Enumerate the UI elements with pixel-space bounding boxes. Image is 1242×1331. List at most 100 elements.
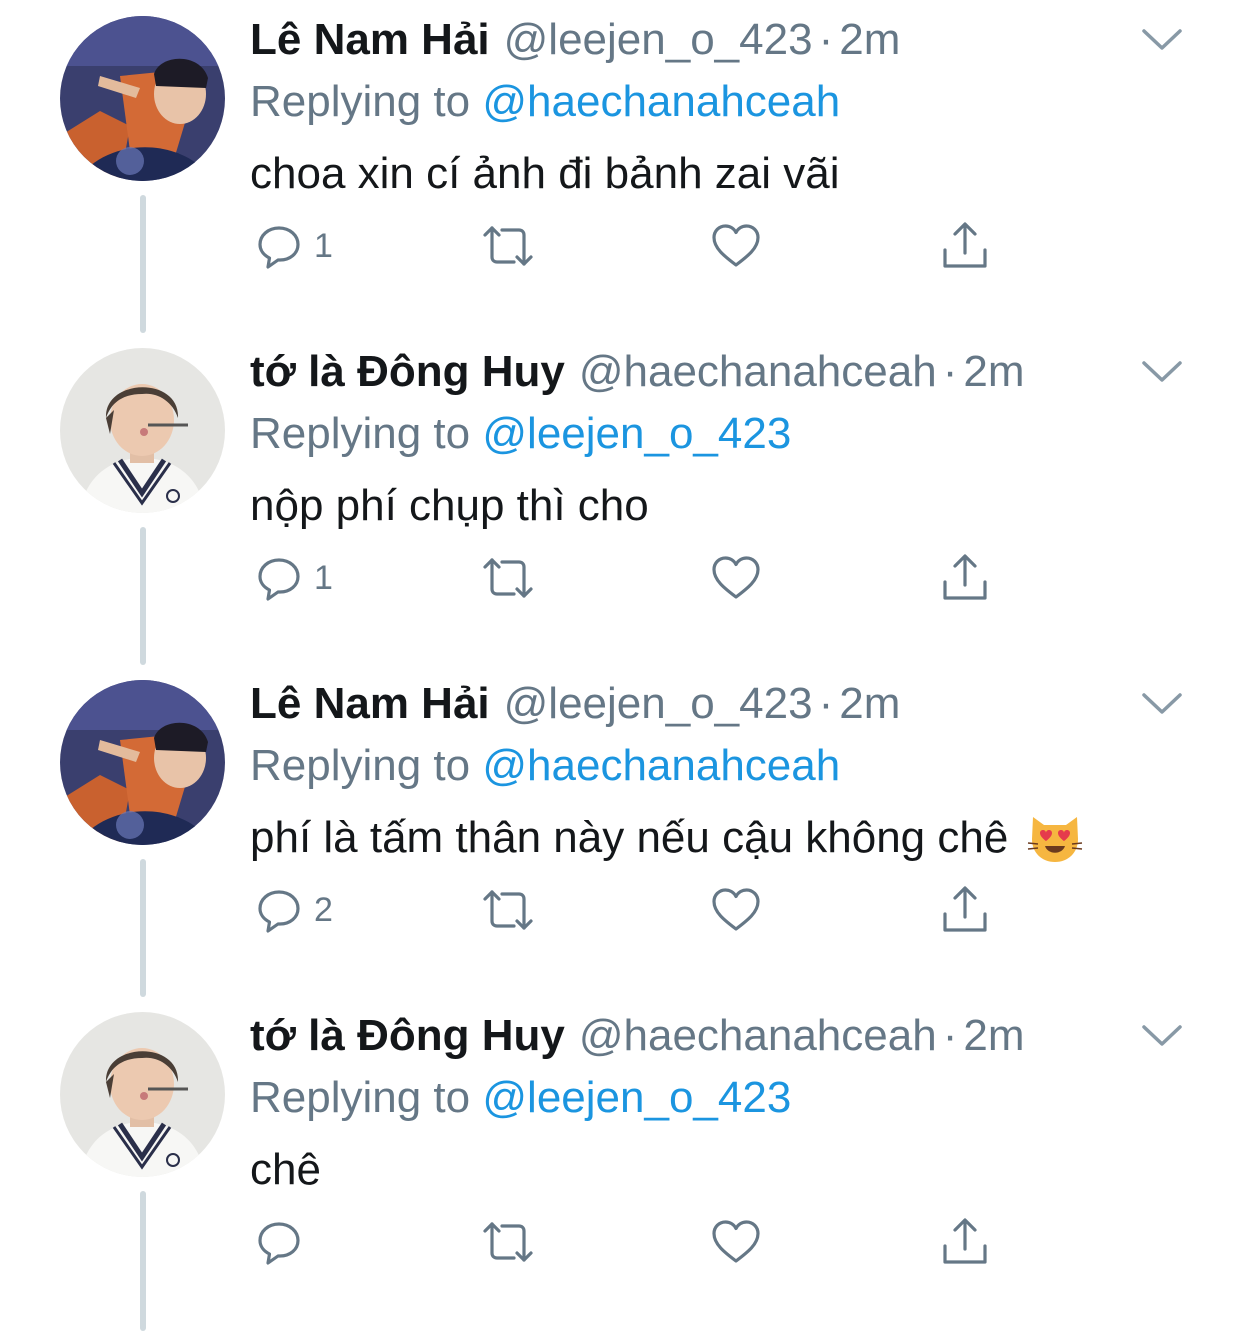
tweet-actions xyxy=(250,1214,1010,1270)
like-button[interactable] xyxy=(710,1214,762,1270)
tweet-text: phí là tấm thân này nếu cậu không chê xyxy=(250,806,1182,870)
share-icon xyxy=(940,552,990,604)
retweet-button[interactable] xyxy=(478,550,538,606)
chevron-down-icon[interactable] xyxy=(1140,1020,1184,1050)
user-handle[interactable]: @leejen_o_423 xyxy=(504,676,813,732)
reply-count: 1 xyxy=(314,558,333,597)
tweet-text: chê xyxy=(250,1138,1182,1202)
retweet-button[interactable] xyxy=(478,218,538,274)
user-handle[interactable]: @haechanahceah xyxy=(579,1008,937,1064)
reply-icon xyxy=(254,885,304,935)
avatar[interactable] xyxy=(60,16,225,181)
tweet-actions: 1 xyxy=(250,550,1010,606)
replying-to-label: Replying to xyxy=(250,741,471,790)
retweet-icon xyxy=(478,885,538,935)
tweet-content: tớ là Đông Huy @haechanahceah · 2m Reply… xyxy=(250,1008,1182,1202)
chevron-down-icon[interactable] xyxy=(1140,24,1184,54)
replying-to-mention[interactable]: @leejen_o_423 xyxy=(482,409,791,458)
thread-connector-line xyxy=(140,1191,146,1331)
reply-count: 1 xyxy=(314,226,333,265)
tweet-actions: 1 xyxy=(250,218,1010,274)
retweet-button[interactable] xyxy=(478,1214,538,1270)
user-handle[interactable]: @haechanahceah xyxy=(579,344,937,400)
heart-eyes-cat-emoji xyxy=(1026,809,1084,867)
tweet-text: choa xin cí ảnh đi bảnh zai vãi xyxy=(250,142,1182,206)
share-button[interactable] xyxy=(940,218,990,274)
reply-icon xyxy=(254,553,304,603)
tweet-timestamp[interactable]: 2m xyxy=(839,676,900,732)
avatar[interactable] xyxy=(60,348,225,513)
tweet-text-content: nộp phí chụp thì cho xyxy=(250,481,649,530)
retweet-icon xyxy=(478,1217,538,1267)
display-name[interactable]: Lê Nam Hải xyxy=(250,12,490,68)
like-icon xyxy=(710,885,762,935)
like-icon xyxy=(710,221,762,271)
retweet-icon xyxy=(478,221,538,271)
tweet-timestamp[interactable]: 2m xyxy=(963,1008,1024,1064)
replying-to-mention[interactable]: @leejen_o_423 xyxy=(482,1073,791,1122)
display-name[interactable]: tớ là Đông Huy xyxy=(250,344,565,400)
tweet-text: nộp phí chụp thì cho xyxy=(250,474,1182,538)
replying-to-label: Replying to xyxy=(250,409,471,458)
tweet-header: tớ là Đông Huy @haechanahceah · 2m xyxy=(250,1008,1182,1064)
tweet-header: Lê Nam Hải @leejen_o_423 · 2m xyxy=(250,676,1182,732)
like-button[interactable] xyxy=(710,218,762,274)
share-button[interactable] xyxy=(940,1214,990,1270)
like-button[interactable] xyxy=(710,882,762,938)
reply-button[interactable] xyxy=(254,1214,314,1270)
share-button[interactable] xyxy=(940,882,990,938)
tweet-text-content: phí là tấm thân này nếu cậu không chê xyxy=(250,813,1009,862)
reply-button[interactable]: 1 xyxy=(254,218,333,274)
retweet-button[interactable] xyxy=(478,882,538,938)
tweet-text-content: chê xyxy=(250,1145,321,1194)
replying-to: Replying to @haechanahceah xyxy=(250,736,1182,796)
tweet[interactable]: Lê Nam Hải @leejen_o_423 · 2m Replying t… xyxy=(0,664,1242,996)
display-name[interactable]: Lê Nam Hải xyxy=(250,676,490,732)
avatar[interactable] xyxy=(60,1012,225,1177)
tweet-content: Lê Nam Hải @leejen_o_423 · 2m Replying t… xyxy=(250,12,1182,206)
replying-to: Replying to @haechanahceah xyxy=(250,72,1182,132)
tweet-header: Lê Nam Hải @leejen_o_423 · 2m xyxy=(250,12,1182,68)
display-name[interactable]: tớ là Đông Huy xyxy=(250,1008,565,1064)
replying-to-label: Replying to xyxy=(250,1073,471,1122)
chevron-down-icon[interactable] xyxy=(1140,688,1184,718)
like-icon xyxy=(710,553,762,603)
tweet-content: Lê Nam Hải @leejen_o_423 · 2m Replying t… xyxy=(250,676,1182,870)
reply-button[interactable]: 2 xyxy=(254,882,333,938)
chevron-down-icon[interactable] xyxy=(1140,356,1184,386)
avatar[interactable] xyxy=(60,680,225,845)
like-button[interactable] xyxy=(710,550,762,606)
replying-to-mention[interactable]: @haechanahceah xyxy=(482,741,840,790)
tweet-timestamp[interactable]: 2m xyxy=(839,12,900,68)
tweet[interactable]: Lê Nam Hải @leejen_o_423 · 2m Replying t… xyxy=(0,0,1242,332)
tweet[interactable]: tớ là Đông Huy @haechanahceah · 2m Reply… xyxy=(0,996,1242,1328)
separator-dot: · xyxy=(818,679,834,728)
separator-dot: · xyxy=(818,15,834,64)
separator-dot: · xyxy=(942,1011,958,1060)
tweet-timestamp[interactable]: 2m xyxy=(963,344,1024,400)
like-icon xyxy=(710,1217,762,1267)
reply-icon xyxy=(254,221,304,271)
separator-dot: · xyxy=(942,347,958,396)
share-icon xyxy=(940,220,990,272)
tweet-content: tớ là Đông Huy @haechanahceah · 2m Reply… xyxy=(250,344,1182,538)
replying-to-mention[interactable]: @haechanahceah xyxy=(482,77,840,126)
tweet-actions: 2 xyxy=(250,882,1010,938)
thread-connector-line xyxy=(140,527,146,665)
tweet-header: tớ là Đông Huy @haechanahceah · 2m xyxy=(250,344,1182,400)
thread-connector-line xyxy=(140,859,146,997)
user-handle[interactable]: @leejen_o_423 xyxy=(504,12,813,68)
tweet[interactable]: tớ là Đông Huy @haechanahceah · 2m Reply… xyxy=(0,332,1242,664)
reply-icon xyxy=(254,1217,304,1267)
reply-button[interactable]: 1 xyxy=(254,550,333,606)
share-icon xyxy=(940,1216,990,1268)
tweet-text-content: choa xin cí ảnh đi bảnh zai vãi xyxy=(250,149,840,198)
replying-to: Replying to @leejen_o_423 xyxy=(250,404,1182,464)
reply-count: 2 xyxy=(314,890,333,929)
thread-connector-line xyxy=(140,195,146,333)
replying-to: Replying to @leejen_o_423 xyxy=(250,1068,1182,1128)
retweet-icon xyxy=(478,553,538,603)
share-button[interactable] xyxy=(940,550,990,606)
replying-to-label: Replying to xyxy=(250,77,471,126)
share-icon xyxy=(940,884,990,936)
